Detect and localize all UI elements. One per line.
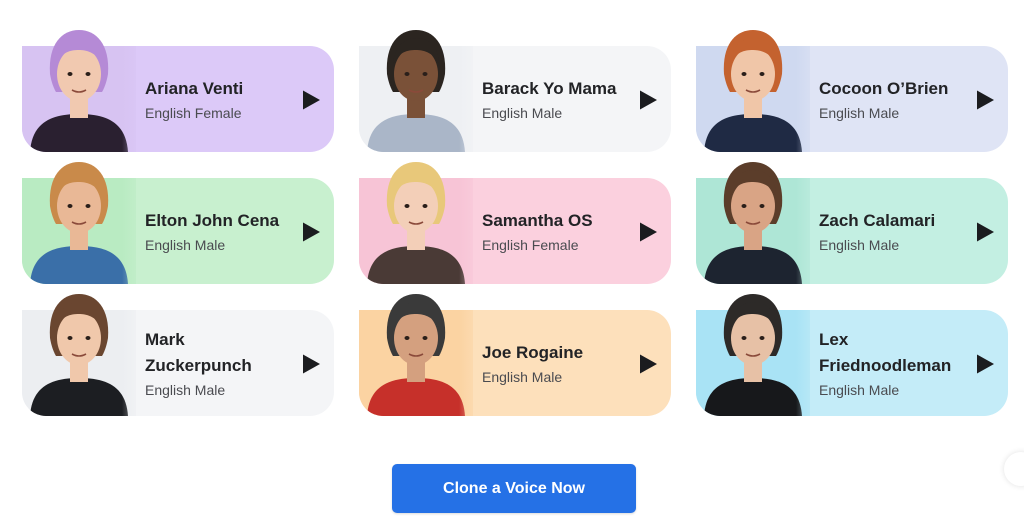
voice-language: English Female (145, 104, 242, 121)
voice-card-joe-rogaine[interactable]: Joe Rogaine English Male (359, 294, 671, 416)
voice-info: Zach Calamari English Male (819, 178, 958, 284)
play-icon[interactable] (300, 221, 322, 243)
voice-name: Cocoon O’Brien (819, 78, 949, 98)
play-icon[interactable] (974, 89, 996, 111)
voice-name: Zach Calamari (819, 210, 936, 230)
voice-card-samantha-os[interactable]: Samantha OS English Female (359, 162, 671, 284)
play-icon[interactable] (974, 221, 996, 243)
voice-card-ariana-venti[interactable]: Ariana Venti English Female (22, 30, 334, 152)
voice-avatar (22, 154, 136, 284)
play-icon[interactable] (300, 89, 322, 111)
voice-language: English Female (482, 236, 579, 253)
voice-language: English Male (819, 381, 900, 398)
voice-avatar (22, 286, 136, 416)
floating-chat-bubble[interactable] (1004, 452, 1024, 486)
voice-name: Elton John Cena (145, 210, 280, 230)
voice-name: Joe Rogaine (482, 342, 584, 362)
play-icon[interactable] (637, 221, 659, 243)
voice-info: Mark Zuckerpunch English Male (145, 310, 284, 416)
voice-avatar (696, 286, 810, 416)
play-icon[interactable] (637, 89, 659, 111)
voice-avatar (359, 286, 473, 416)
voice-info: Ariana Venti English Female (145, 46, 284, 152)
voice-card-mark-zuckerpunch[interactable]: Mark Zuckerpunch English Male (22, 294, 334, 416)
voice-avatar (696, 154, 810, 284)
voice-info: Samantha OS English Female (482, 178, 621, 284)
play-icon[interactable] (300, 353, 322, 375)
voice-card-barack-yo-mama[interactable]: Barack Yo Mama English Male (359, 30, 671, 152)
voice-gallery-page: Ariana Venti English Female Barack Yo Mama… (0, 0, 1024, 529)
voice-card-elton-john-cena[interactable]: Elton John Cena English Male (22, 162, 334, 284)
voice-info: Barack Yo Mama English Male (482, 46, 621, 152)
voice-language: English Male (482, 368, 563, 385)
voice-name: Barack Yo Mama (482, 78, 617, 98)
voice-avatar (359, 154, 473, 284)
clone-voice-button[interactable]: Clone a Voice Now (392, 464, 636, 513)
voice-name: Samantha OS (482, 210, 593, 230)
voice-card-zach-calamari[interactable]: Zach Calamari English Male (696, 162, 1008, 284)
voice-avatar (22, 22, 136, 152)
voice-card-grid: Ariana Venti English Female Barack Yo Mama… (22, 30, 1008, 416)
voice-info: Elton John Cena English Male (145, 178, 284, 284)
play-icon[interactable] (637, 353, 659, 375)
voice-language: English Male (819, 236, 900, 253)
voice-language: English Male (482, 104, 563, 121)
voice-info: Lex Friednoodleman English Male (819, 310, 958, 416)
voice-card-cocoon-o-brien[interactable]: Cocoon O’Brien English Male (696, 30, 1008, 152)
voice-language: English Male (145, 381, 226, 398)
voice-name: Ariana Venti (145, 78, 244, 98)
voice-info: Joe Rogaine English Male (482, 310, 621, 416)
voice-info: Cocoon O’Brien English Male (819, 46, 958, 152)
voice-name: Lex Friednoodleman (819, 329, 952, 375)
voice-language: English Male (819, 104, 900, 121)
voice-avatar (359, 22, 473, 152)
voice-language: English Male (145, 236, 226, 253)
voice-card-lex-friednoodleman[interactable]: Lex Friednoodleman English Male (696, 294, 1008, 416)
voice-avatar (696, 22, 810, 152)
play-icon[interactable] (974, 353, 996, 375)
voice-name: Mark Zuckerpunch (145, 329, 252, 375)
